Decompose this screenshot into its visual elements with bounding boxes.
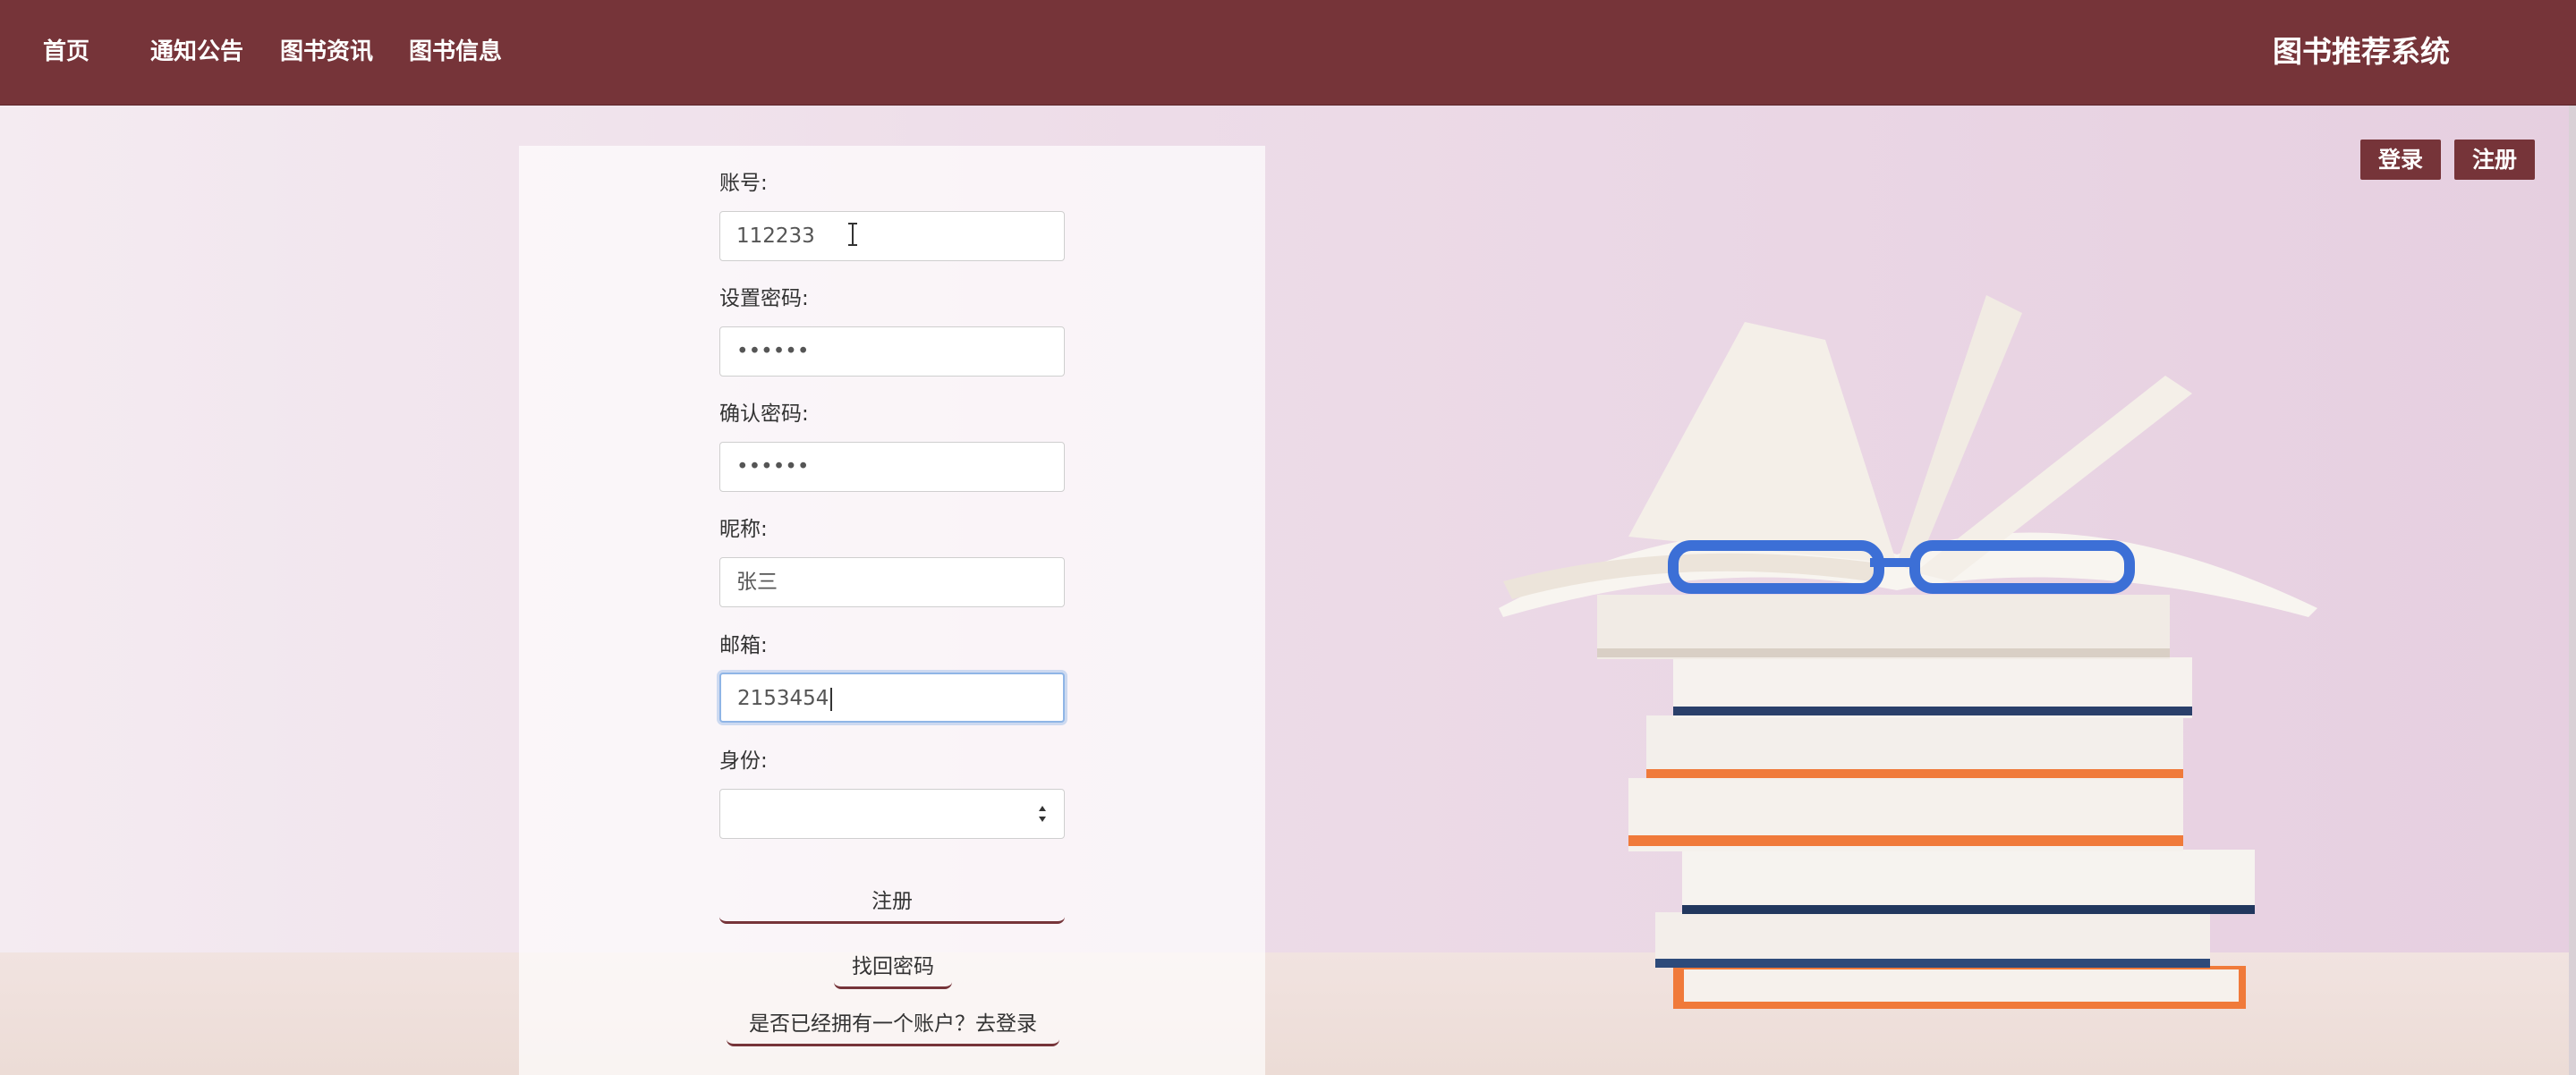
- nav-item-home[interactable]: 首页: [43, 34, 89, 70]
- role-label: 身份:: [719, 749, 768, 773]
- account-label: 账号:: [719, 172, 768, 195]
- site-brand: 图书推荐系统: [2273, 34, 2450, 69]
- email-value: 2153454: [737, 687, 829, 710]
- nickname-input[interactable]: 张三: [719, 557, 1065, 607]
- go-login-link[interactable]: 是否已经拥有一个账户？去登录: [727, 1003, 1059, 1046]
- email-input[interactable]: 2153454: [719, 673, 1065, 723]
- input-caret: [830, 687, 833, 711]
- confirm-password-input[interactable]: ••••••: [719, 442, 1065, 492]
- nickname-value: 张三: [736, 571, 778, 594]
- register-form-panel: [519, 146, 1265, 1075]
- confirm-password-label: 确认密码:: [719, 402, 809, 426]
- account-input[interactable]: 112233: [719, 211, 1065, 261]
- confirm-password-value: ••••••: [736, 455, 810, 478]
- submit-register-button[interactable]: 注册: [719, 881, 1065, 924]
- nav-item-notices[interactable]: 通知公告: [150, 34, 243, 70]
- password-value: ••••••: [736, 340, 810, 363]
- register-button[interactable]: 注册: [2454, 140, 2535, 180]
- password-input[interactable]: ••••••: [719, 326, 1065, 377]
- nickname-label: 昵称:: [719, 518, 768, 541]
- login-button[interactable]: 登录: [2360, 140, 2441, 180]
- text-cursor-icon: [848, 223, 857, 246]
- recover-password-button[interactable]: 找回密码: [834, 946, 952, 989]
- books-illustration: [1499, 295, 2317, 1009]
- email-label: 邮箱:: [719, 634, 768, 657]
- select-arrows-icon: [1039, 806, 1046, 822]
- account-value: 112233: [736, 224, 815, 248]
- scrollbar[interactable]: [2569, 0, 2576, 1075]
- role-select[interactable]: [719, 789, 1065, 839]
- top-navbar: 首页 通知公告 图书资讯 图书信息 图书推荐系统: [0, 0, 2576, 106]
- password-label: 设置密码:: [719, 287, 809, 310]
- nav-item-book-news[interactable]: 图书资讯: [280, 34, 373, 70]
- nav-item-book-info[interactable]: 图书信息: [409, 34, 502, 70]
